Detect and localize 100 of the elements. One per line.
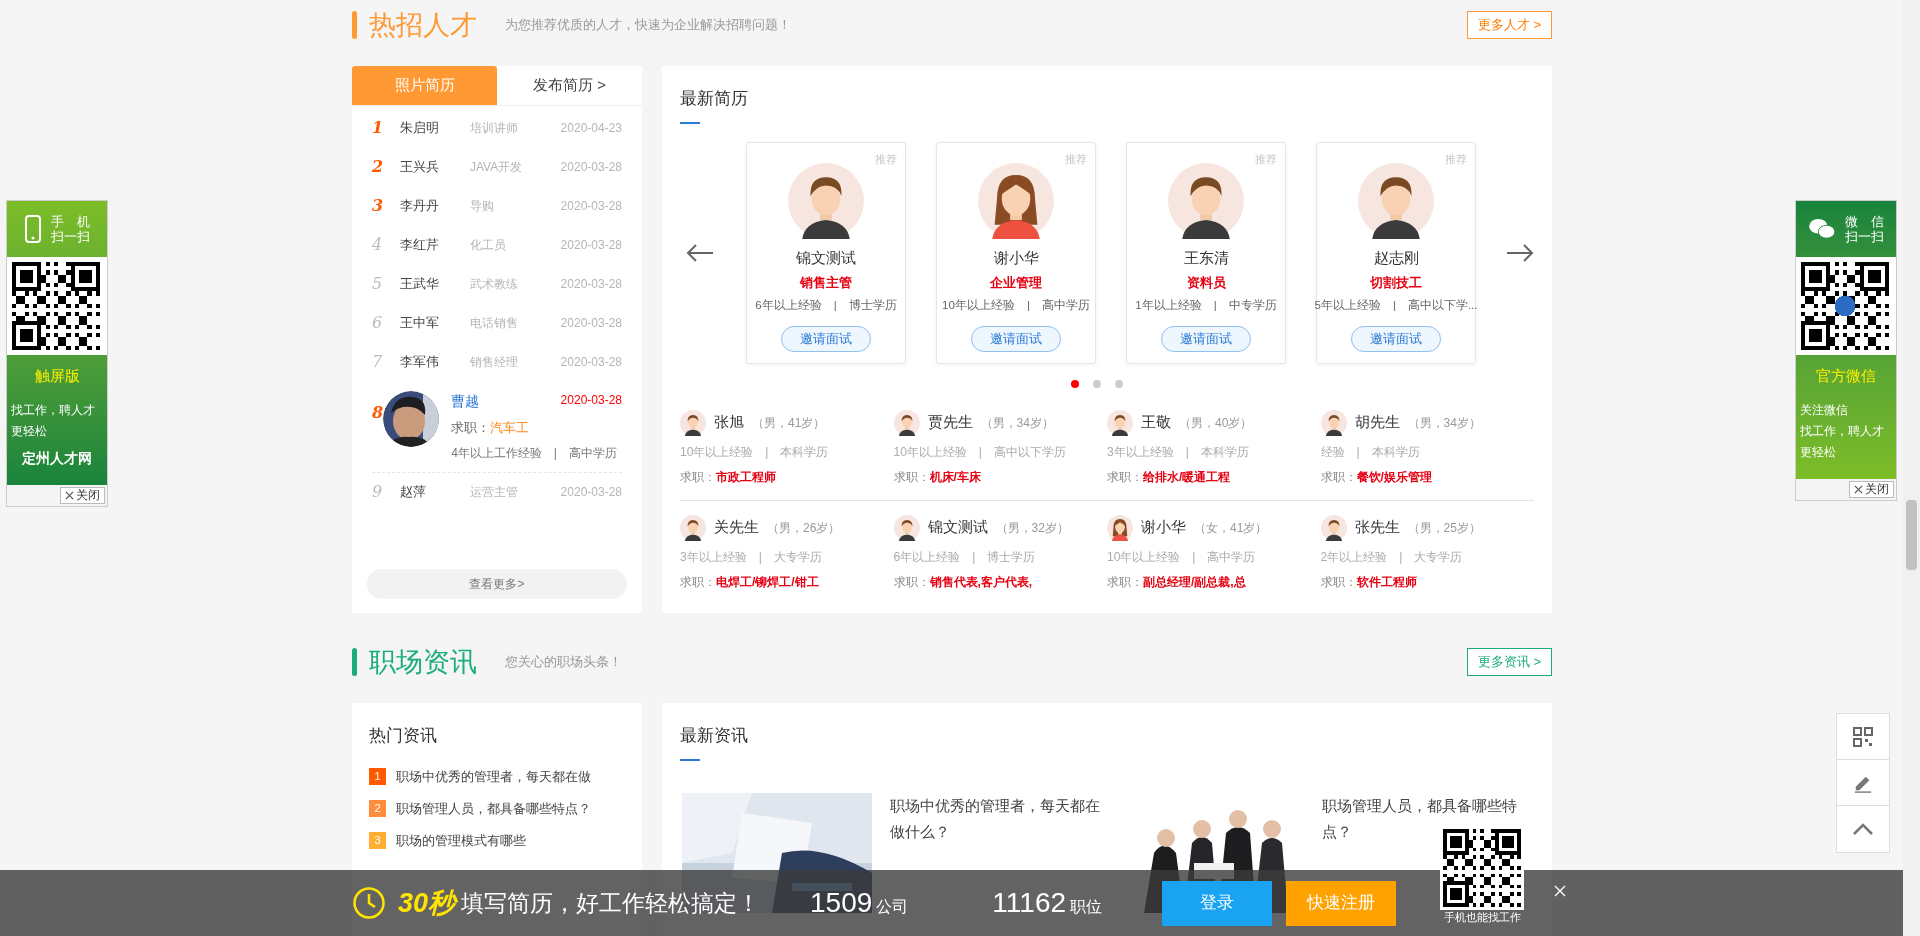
job-title: 资料员 [1186,274,1226,292]
qr-caption: 手机也能找工作 [1443,910,1521,924]
stat-unit: 公司 [876,897,909,917]
invite-button[interactable]: 邀请面试 [1161,325,1251,352]
arrow-right-icon[interactable] [1506,242,1534,263]
view-more-button[interactable]: 查看更多> [367,569,627,599]
rank-badge: 1 [369,768,386,785]
close-button[interactable]: 关闭 [1849,480,1894,498]
section-marker [352,648,357,676]
candidate-name[interactable]: 朱启明 [400,117,470,138]
ad-slogan: 找工作，聘人才更轻松 [1800,422,1885,461]
candidate-name[interactable]: 李军伟 [400,351,470,372]
panel-title: 最新资讯 [680,725,749,747]
candidate-name[interactable]: 关先生 [714,516,759,539]
article-title[interactable]: 职场管理人员，都具备哪些特点？ [1322,792,1534,845]
job-title: 机床/车床 [929,468,981,486]
avatar-icon [893,514,920,541]
invite-button[interactable]: 邀请面试 [781,325,871,352]
job-title: 汽车工 [490,419,530,437]
candidate-detail: 4年以上工作经验 | 高中学历 [451,444,618,462]
qr-code-icon [12,262,100,350]
candidate-detail: 6年以上经验 | 博士学历 [893,548,1037,566]
candidate-name[interactable]: 张先生 [1354,516,1400,539]
candidate-name[interactable]: 贾先生 [927,411,973,434]
job-title: 软件工程师 [1356,573,1417,591]
job-label: 求职： [893,468,930,486]
candidate-meta: （男，32岁） [995,519,1069,537]
candidate-detail: 1年以上经验 | 中专学历 [1135,297,1277,313]
qr-code-icon [1801,262,1889,350]
avatar-icon [1320,514,1347,541]
resume-date: 2020-03-28 [560,353,622,371]
candidate-name[interactable]: 王兴兵 [400,156,470,177]
job-label: 求职： [1320,573,1357,591]
candidate-name[interactable]: 锦文测试 [927,516,988,539]
rank-number: 2 [372,155,385,178]
candidate-meta: （男，34岁） [980,414,1054,432]
close-button[interactable]: 关闭 [60,486,105,504]
job-title: 电话销售 [470,314,519,332]
job-title: 导购 [470,197,495,215]
rank-number: 5 [372,272,384,295]
candidate-detail: 5年以上经验 | 高中以下学... [1314,297,1478,313]
phone-icon [24,215,41,243]
candidate-detail: 3年以上经验 | 本科学历 [1107,443,1250,461]
candidate-name[interactable]: 曹越 [451,391,480,412]
job-title: 武术教练 [470,275,519,293]
job-label: 求职： [680,468,716,486]
section-subtitle: 您关心的职场头条！ [505,653,622,672]
job-title: 销售主管 [800,274,852,292]
candidate-detail: 6年以上经验 | 博士学历 [755,297,897,313]
article-title[interactable]: 职场中优秀的管理者，每天都在做什么？ [890,792,1102,845]
resume-date: 2020-04-23 [560,119,622,137]
resume-date: 2020-03-28 [560,314,622,332]
candidate-name[interactable]: 王敬 [1141,411,1171,434]
resume-date: 2020-03-28 [560,275,622,293]
rank-number: 9 [372,481,384,503]
candidate-name[interactable]: 胡先生 [1354,411,1400,434]
arrow-left-icon[interactable] [686,242,714,263]
close-icon [1854,484,1863,494]
title-underline [680,121,700,124]
candidate-name[interactable]: 张旭 [714,411,744,434]
invite-button[interactable]: 邀请面试 [971,325,1061,352]
qr-code-icon [1443,829,1521,907]
panel-title: 热门资讯 [369,725,438,747]
section-title: 热招人才 [369,8,477,42]
resume-date: 2020-03-28 [560,484,622,501]
candidate-detail: 10年以上经验 | 高中学历 [942,297,1090,313]
candidate-name[interactable]: 赵萍 [400,482,470,502]
ad-label: 官方微信 [1816,366,1876,386]
candidate-detail: 3年以上经验 | 大专学历 [680,548,823,566]
chevron-up-icon [1852,822,1874,836]
candidate-detail: 10年以上经验 | 本科学历 [680,443,830,461]
rank-number: 4 [372,233,384,256]
news-title[interactable]: 职场的管理模式有哪些 [396,830,526,851]
job-title: 培训讲师 [470,119,519,137]
avatar-icon [1168,162,1244,239]
job-title: 销售代表,客户代表, [929,573,1033,591]
candidate-meta: （男，25岁） [1407,519,1481,537]
avatar-icon [1358,162,1434,239]
news-title[interactable]: 职场中优秀的管理者，每天都在做 [396,766,591,787]
candidate-name[interactable]: 李丹丹 [400,195,470,216]
rank-badge: 2 [369,800,386,817]
clock-icon [352,886,386,920]
candidate-name[interactable]: 李红芹 [400,234,470,255]
candidate-name: 王东清 [1183,247,1229,268]
candidate-name[interactable]: 王中军 [400,312,470,333]
candidate-name: 赵志刚 [1373,247,1419,268]
section-subtitle: 为您推荐优质的人才，快速为企业解决招聘问题！ [505,16,791,35]
avatar-icon [1107,409,1133,436]
highlight-text: 30秒 [398,886,456,920]
news-title[interactable]: 职场管理人员，都具备哪些特点？ [396,798,591,819]
candidate-name[interactable]: 谢小华 [1141,516,1186,539]
candidate-meta: （男，41岁） [752,414,826,432]
job-title: 企业管理 [990,274,1042,292]
candidate-name[interactable]: 王武华 [400,273,470,294]
invite-button[interactable]: 邀请面试 [1351,325,1441,352]
job-title: JAVA开发 [470,158,524,176]
close-icon[interactable] [1554,885,1567,897]
chat-bubbles-icon [1808,218,1835,240]
job-title: 销售经理 [470,353,519,371]
job-label: 求职： [680,573,716,591]
